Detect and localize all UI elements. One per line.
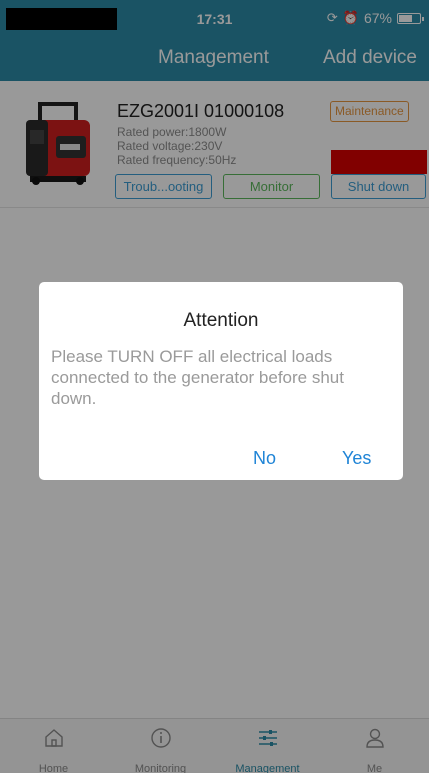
dialog-message: Please TURN OFF all electrical loads con… (51, 347, 344, 408)
dialog-no-button[interactable]: No (253, 448, 276, 469)
dialog-title: Attention (183, 310, 259, 331)
shutdown-confirm-dialog: Attention Please TURN OFF all electrical… (39, 282, 403, 480)
dialog-yes-button[interactable]: Yes (342, 448, 371, 469)
